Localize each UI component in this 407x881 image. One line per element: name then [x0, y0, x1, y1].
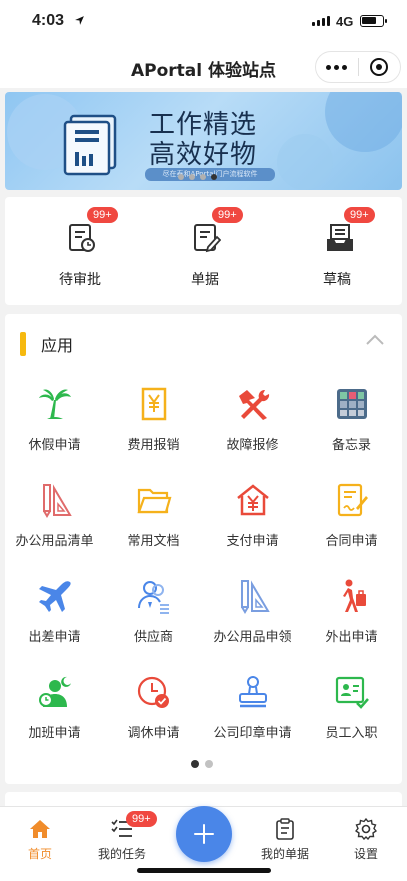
- documents-badge: 99+: [212, 207, 243, 223]
- apps-card: 应用 休假申请 费用报销 故障报修 备忘录 办公用品清单 常用文档 支付申请 合…: [5, 314, 402, 784]
- signal-icon: [312, 16, 330, 26]
- app-overtime-request[interactable]: 加班申请: [5, 674, 104, 764]
- contract-sign-icon: [337, 483, 368, 517]
- app-label: 办公用品申领: [213, 630, 292, 645]
- clipboard-icon: [276, 818, 294, 840]
- app-label: 加班申请: [28, 726, 81, 741]
- repair-tools-icon: [239, 389, 270, 420]
- app-label: 公司印章申请: [213, 726, 292, 741]
- tab-my-tasks[interactable]: 我的任务 99+: [82, 811, 162, 862]
- document-icon: [194, 224, 221, 253]
- app-leave-request[interactable]: 休假申请: [5, 386, 104, 476]
- ruler-pencil-blue-icon: [241, 580, 270, 614]
- app-payment-request[interactable]: 支付申请: [203, 482, 302, 572]
- location-arrow-icon: [75, 16, 84, 25]
- settings-icon: [355, 818, 377, 840]
- folder-icon: [137, 488, 172, 514]
- quick-documents[interactable]: 99+ 单据: [160, 197, 250, 305]
- app-business-trip[interactable]: 出差申请: [5, 578, 104, 668]
- draft-icon: [327, 224, 353, 251]
- quick-label: 单据: [191, 272, 219, 288]
- app-label: 供应商: [133, 630, 173, 645]
- tab-label: 我的任务: [97, 847, 146, 861]
- clock-check-icon: [137, 676, 169, 708]
- overtime-person-icon: [39, 676, 71, 707]
- app-office-supplies-request[interactable]: 办公用品申领: [203, 578, 302, 668]
- app-repair-request[interactable]: 故障报修: [203, 386, 302, 476]
- app-employee-onboarding[interactable]: 员工入职: [302, 674, 401, 764]
- app-common-documents[interactable]: 常用文档: [104, 482, 203, 572]
- chevron-up-icon[interactable]: [365, 334, 385, 346]
- apps-section-title: 应用: [41, 336, 74, 355]
- home-icon: [30, 820, 50, 838]
- miniprogram-capsule: [315, 51, 401, 83]
- quick-label: 待审批: [59, 272, 101, 288]
- banner-pagination: [178, 174, 217, 180]
- yen-receipt-icon: [141, 387, 167, 421]
- memo-grid-icon: [337, 389, 367, 419]
- pending-badge: 99+: [87, 207, 118, 223]
- app-contract-request[interactable]: 合同申请: [302, 482, 401, 572]
- close-miniprogram-button[interactable]: [358, 52, 400, 82]
- status-bar: 4:03 4G: [0, 0, 407, 44]
- palm-tree-icon: [39, 389, 71, 419]
- app-label: 合同申请: [325, 534, 378, 549]
- tasks-badge: 99+: [126, 811, 157, 827]
- quick-pending-approval[interactable]: 99+ 待审批: [35, 197, 125, 305]
- quick-actions-card: 99+ 待审批 99+ 单据 99+ 草稿: [5, 197, 402, 305]
- app-memo[interactable]: 备忘录: [302, 386, 401, 476]
- drafts-badge: 99+: [344, 207, 375, 223]
- stamp-icon: [239, 676, 267, 708]
- quick-drafts[interactable]: 99+ 草稿: [292, 197, 382, 305]
- payment-house-icon: [237, 484, 269, 516]
- more-button[interactable]: [316, 52, 358, 82]
- app-label: 外出申请: [325, 630, 378, 645]
- battery-icon: [360, 15, 387, 27]
- nav-bar: APortal 体验站点: [0, 44, 407, 88]
- app-suppliers[interactable]: 供应商: [104, 578, 203, 668]
- banner-headline-2: 高效好物: [149, 140, 258, 170]
- quick-label: 草稿: [323, 272, 351, 288]
- app-company-seal-request[interactable]: 公司印章申请: [203, 674, 302, 764]
- app-outing-request[interactable]: 外出申请: [302, 578, 401, 668]
- app-day-off-request[interactable]: 调休申请: [104, 674, 203, 764]
- close-circle-icon: [370, 58, 389, 76]
- status-time: 4:03: [32, 12, 65, 29]
- tab-my-documents[interactable]: 我的单据: [245, 817, 325, 862]
- app-label: 支付申请: [226, 534, 279, 549]
- tab-home[interactable]: 首页: [0, 817, 80, 862]
- ruler-pencil-icon: [43, 484, 72, 518]
- app-label: 费用报销: [127, 438, 180, 453]
- walking-person-icon: [343, 579, 366, 612]
- tab-label: 首页: [27, 847, 52, 861]
- tab-label: 设置: [353, 847, 378, 861]
- pending-approval-icon: [69, 224, 95, 252]
- app-label: 员工入职: [325, 726, 378, 741]
- app-label: 备忘录: [331, 438, 371, 453]
- network-label: 4G: [336, 14, 354, 29]
- app-office-supplies-list[interactable]: 办公用品清单: [5, 482, 104, 572]
- app-label: 办公用品清单: [15, 534, 94, 549]
- app-label: 出差申请: [28, 630, 81, 645]
- apps-pagination: [191, 760, 213, 768]
- tab-settings[interactable]: 设置: [326, 817, 406, 862]
- app-label: 故障报修: [226, 438, 279, 453]
- supplier-people-icon: [138, 581, 169, 614]
- add-button[interactable]: [176, 806, 232, 862]
- id-card-check-icon: [335, 676, 369, 709]
- app-expense-claim[interactable]: 费用报销: [104, 386, 203, 476]
- tab-label: 我的单据: [260, 847, 309, 861]
- app-label: 休假申请: [28, 438, 81, 453]
- airplane-icon: [39, 581, 71, 612]
- app-label: 常用文档: [127, 534, 180, 549]
- home-indicator: [137, 868, 271, 873]
- section-accent-bar: [20, 332, 26, 356]
- more-dots-icon: [326, 64, 348, 70]
- app-label: 调休申请: [127, 726, 180, 741]
